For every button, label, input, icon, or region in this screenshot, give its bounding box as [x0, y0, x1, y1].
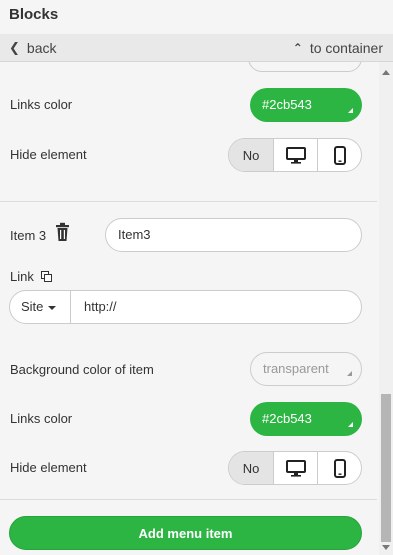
back-button[interactable]: ❮ back — [9, 40, 56, 56]
section-divider — [0, 499, 377, 500]
copy-icon[interactable] — [41, 269, 52, 287]
picker-corner-icon — [348, 422, 353, 427]
link-url-input[interactable]: http:// — [70, 290, 362, 324]
section-divider — [0, 201, 377, 202]
hide-option-no[interactable]: No — [229, 139, 273, 171]
hide-element-toggle: No — [228, 138, 362, 172]
hide-option-desktop[interactable] — [273, 452, 317, 484]
item-label: Item 3 — [10, 228, 47, 243]
link-type-select[interactable]: Site — [9, 290, 71, 324]
links-color-picker[interactable]: #2cb543 — [250, 88, 362, 122]
settings-content: Links color #2cb543 Hide element No Item… — [0, 62, 377, 555]
hide-element-label: Hide element — [10, 460, 87, 475]
background-color-value: transparent — [263, 361, 329, 376]
links-color-value: #2cb543 — [262, 411, 312, 426]
links-color-picker[interactable]: #2cb543 — [250, 402, 362, 436]
picker-corner-icon — [348, 108, 353, 113]
link-type-value: Site — [21, 299, 44, 314]
hide-option-mobile[interactable] — [317, 452, 361, 484]
scroll-up-icon[interactable] — [382, 70, 390, 75]
link-label: Link — [10, 269, 34, 284]
chevron-left-icon: ❮ — [9, 40, 20, 55]
scrollbar[interactable] — [379, 62, 393, 555]
links-color-label: Links color — [10, 97, 73, 112]
hide-option-mobile[interactable] — [317, 139, 361, 171]
partial-control — [248, 62, 362, 72]
monitor-icon — [285, 459, 306, 477]
to-container-button[interactable]: ⌃ to container — [293, 40, 383, 56]
phone-icon — [333, 145, 346, 165]
scroll-down-icon[interactable] — [382, 545, 390, 550]
hide-option-no[interactable]: No — [229, 452, 273, 484]
back-label: back — [26, 40, 57, 56]
add-menu-item-button[interactable]: Add menu item — [9, 516, 362, 550]
hide-option-desktop[interactable] — [273, 139, 317, 171]
nav-bar: ❮ back ⌃ to container — [0, 34, 393, 62]
links-color-label: Links color — [10, 411, 73, 426]
caret-down-icon — [48, 305, 57, 310]
phone-icon — [333, 458, 346, 478]
background-color-label: Background color of item — [10, 362, 154, 377]
picker-corner-icon — [347, 371, 352, 376]
scrollbar-thumb[interactable] — [381, 394, 391, 542]
monitor-icon — [285, 146, 306, 164]
to-container-label: to container — [309, 40, 383, 56]
panel-title: Blocks — [9, 6, 59, 23]
hide-element-toggle: No — [228, 451, 362, 485]
chevron-up-icon: ⌃ — [292, 41, 303, 55]
background-color-picker[interactable]: transparent — [250, 352, 362, 386]
trash-icon[interactable] — [55, 222, 70, 247]
links-color-value: #2cb543 — [262, 97, 312, 112]
panel-header: Blocks — [0, 0, 393, 34]
hide-element-label: Hide element — [10, 147, 87, 162]
item-name-input[interactable]: Item3 — [105, 218, 362, 252]
